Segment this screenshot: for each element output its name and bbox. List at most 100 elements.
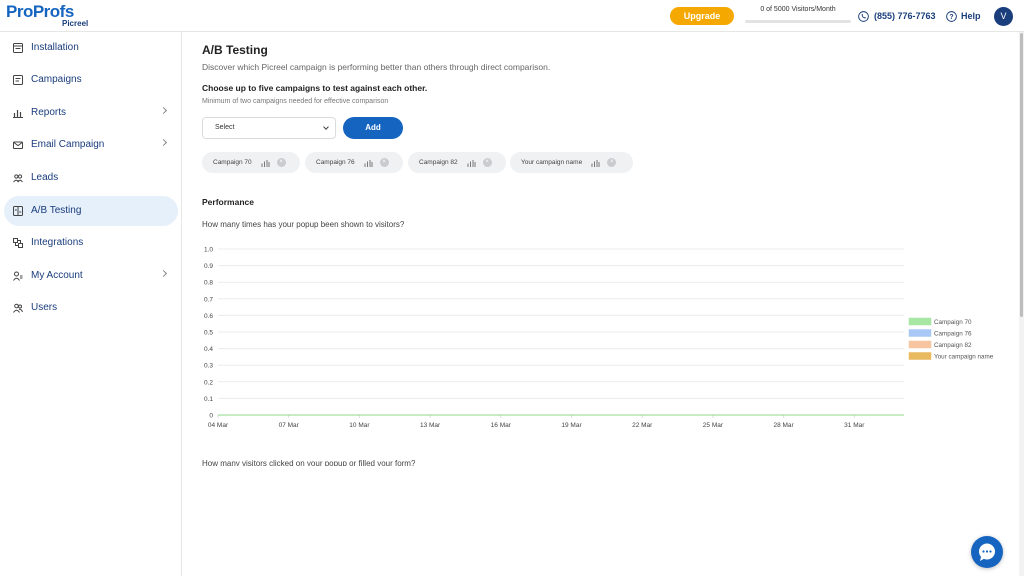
ab-testing-icon xyxy=(13,206,23,216)
sidebar-item-label: My Account xyxy=(31,270,83,281)
installation-icon xyxy=(13,43,23,53)
y-tick-label: 0.1 xyxy=(204,396,213,403)
chat-widget-button[interactable] xyxy=(971,536,1003,568)
sidebar-item-label: Integrations xyxy=(31,237,84,248)
chevron-right-icon xyxy=(159,269,168,278)
bar-chart-icon xyxy=(364,159,373,167)
user-avatar[interactable]: V xyxy=(994,7,1013,26)
legend-swatch xyxy=(908,317,932,326)
campaign-chip[interactable]: Campaign 82 × xyxy=(408,152,506,173)
sidebar-item-reports[interactable]: Reports xyxy=(4,98,178,128)
add-campaign-button[interactable]: Add xyxy=(343,117,403,139)
scrollbar-thumb[interactable] xyxy=(1020,33,1023,317)
top-bar: ProProfs Picreel Upgrade 0 of 5000 Visit… xyxy=(0,0,1024,32)
leads-icon xyxy=(13,174,23,183)
svg-text:?: ? xyxy=(949,13,953,20)
campaign-select-value: Select xyxy=(215,124,235,131)
impressions-chart: 1.0 0.9 0.8 0.7 0.6 0.5 0.4 0.3 0.2 0.1 0 04 Mar 07 … xyxy=(204,247,994,430)
phone-number: (855) 776-7763 xyxy=(874,11,936,21)
x-tick-label: 25 Mar xyxy=(703,422,724,429)
campaign-chip-label: Campaign 70 xyxy=(213,158,252,166)
y-tick-label: 0.7 xyxy=(204,296,213,303)
x-tick-label: 19 Mar xyxy=(561,422,582,429)
chat-bubble-icon xyxy=(979,543,995,561)
y-tick-label: 0.2 xyxy=(204,379,213,386)
sidebar-item-installation[interactable]: Installation xyxy=(4,33,178,63)
remove-chip-icon[interactable]: × xyxy=(607,158,617,167)
sidebar-item-users[interactable]: Users xyxy=(4,293,178,323)
performance-heading: Performance xyxy=(202,197,254,207)
choose-campaigns-heading: Choose up to five campaigns to test agai… xyxy=(202,83,428,93)
x-tick-label: 13 Mar xyxy=(420,422,441,429)
visitors-progress-bar xyxy=(745,20,851,23)
sidebar-item-label: A/B Testing xyxy=(31,205,82,216)
upgrade-button[interactable]: Upgrade xyxy=(670,7,734,25)
chevron-down-icon xyxy=(323,124,329,130)
page-description: Discover which Picreel campaign is perfo… xyxy=(202,62,551,72)
logo-wordmark: ProProfs xyxy=(6,3,74,20)
y-tick-label: 0 xyxy=(209,413,213,420)
phone-link[interactable]: (855) 776-7763 xyxy=(858,9,936,23)
x-tick-label: 07 Mar xyxy=(279,422,300,429)
legend-label: Campaign 76 xyxy=(934,331,972,338)
minimum-campaigns-note: Minimum of two campaigns needed for effe… xyxy=(202,98,389,105)
legend-swatch xyxy=(908,340,932,349)
remove-chip-icon[interactable]: × xyxy=(379,158,389,167)
y-tick-label: 0.3 xyxy=(204,363,213,370)
email-icon xyxy=(13,141,23,149)
sidebar-item-label: Email Campaign xyxy=(31,139,105,150)
y-tick-label: 0.8 xyxy=(204,280,213,287)
help-link[interactable]: ? Help xyxy=(946,9,981,23)
campaign-chip[interactable]: Your campaign name × xyxy=(510,152,633,173)
popup-shown-question: How many times has your popup been shown… xyxy=(202,220,405,229)
x-tick-label: 31 Mar xyxy=(844,422,865,429)
sidebar-item-my-account[interactable]: My Account xyxy=(4,261,178,291)
campaign-chip[interactable]: Campaign 76 × xyxy=(305,152,403,173)
sidebar-item-label: Leads xyxy=(31,172,59,183)
sidebar-item-campaigns[interactable]: Campaigns xyxy=(4,65,178,95)
x-tick-label: 16 Mar xyxy=(491,422,512,429)
campaign-chip-label: Campaign 76 xyxy=(316,158,355,166)
y-tick-label: 0.5 xyxy=(204,330,213,337)
account-icon xyxy=(13,271,23,281)
bar-chart-icon xyxy=(261,159,270,167)
sidebar-item-integrations[interactable]: Integrations xyxy=(4,228,178,258)
y-tick-label: 1.0 xyxy=(204,247,213,254)
integrations-icon xyxy=(13,238,23,248)
page-title: A/B Testing xyxy=(202,43,268,57)
sidebar-item-email-campaign[interactable]: Email Campaign xyxy=(4,130,178,160)
legend-label: Campaign 70 xyxy=(934,319,972,326)
main-content: A/B Testing Discover which Picreel campa… xyxy=(183,32,1019,576)
logo-pro: Pro xyxy=(6,2,33,21)
proprofs-logo[interactable]: ProProfs Picreel xyxy=(6,3,96,29)
users-icon xyxy=(13,303,23,313)
sidebar-item-label: Users xyxy=(31,302,58,313)
help-label: Help xyxy=(961,11,981,21)
chevron-right-icon xyxy=(159,138,168,147)
x-tick-label: 04 Mar xyxy=(208,422,229,429)
y-tick-label: 0.9 xyxy=(204,263,213,270)
remove-chip-icon[interactable]: × xyxy=(482,158,492,167)
sidebar-item-label: Installation xyxy=(31,42,79,53)
phone-icon xyxy=(858,10,869,22)
y-tick-label: 0.4 xyxy=(204,346,213,353)
x-tick-label: 10 Mar xyxy=(349,422,370,429)
help-icon: ? xyxy=(946,10,957,22)
bar-chart-icon xyxy=(467,159,476,167)
x-tick-label: 28 Mar xyxy=(773,422,794,429)
y-tick-label: 0.6 xyxy=(204,313,213,320)
legend-swatch xyxy=(908,352,932,360)
campaign-chip-label: Your campaign name xyxy=(521,158,583,166)
bar-chart-icon xyxy=(591,159,600,167)
campaign-chip[interactable]: Campaign 70 × xyxy=(202,152,300,173)
visitors-usage: 0 of 5000 Visitors/Month xyxy=(744,5,852,25)
remove-chip-icon[interactable]: × xyxy=(276,158,286,167)
sidebar-item-leads[interactable]: Leads xyxy=(4,163,178,193)
sidebar-item-ab-testing[interactable]: A/B Testing xyxy=(4,196,178,226)
campaign-chip-label: Campaign 82 xyxy=(419,158,458,166)
campaign-select[interactable]: Select xyxy=(202,117,336,139)
x-tick-label: 22 Mar xyxy=(632,422,653,429)
logo-product-name: Picreel xyxy=(62,19,89,28)
legend-label: Your campaign name xyxy=(934,354,994,361)
sidebar-item-label: Campaigns xyxy=(31,74,82,85)
